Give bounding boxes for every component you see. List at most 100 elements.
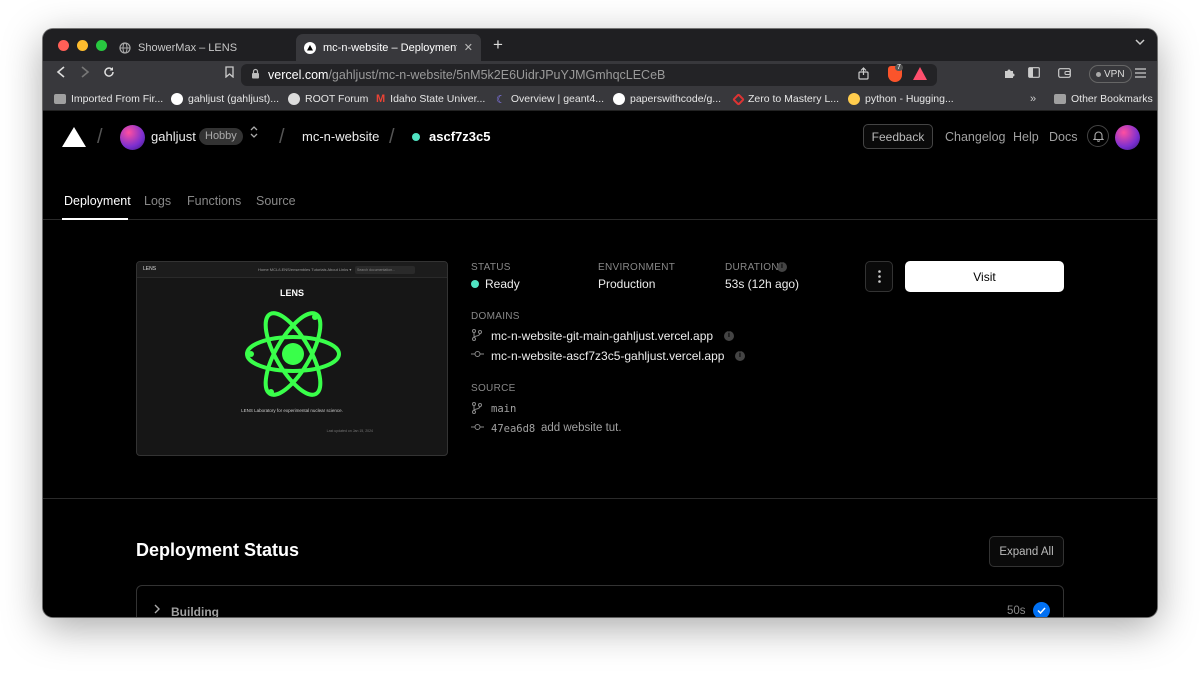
bookmark-item[interactable]: Zero to Mastery L... [732,92,839,106]
wallet-icon[interactable] [1058,67,1071,81]
duration-label: Duration [725,262,779,273]
close-window-button[interactable] [58,39,69,51]
vercel-logo-icon[interactable] [62,127,86,147]
minimize-window-button[interactable] [77,39,88,51]
geant-icon: ☾ [496,94,506,106]
tab-title: mc-n-website – Deployment Ov [323,41,457,54]
deployment-preview[interactable]: LENS Home MCL/LENS/ensembles Tutorials A… [136,261,448,456]
commit-message: add website tut. [541,422,622,434]
environment-label: Environment [598,262,676,273]
preview-search: Search documentation... [355,266,415,274]
tab-deployment[interactable]: Deployment [64,194,131,208]
sidebar-icon[interactable] [1028,67,1040,81]
url-path: /gahljust/mc-n-website/5nM5k2E6UidrJPuYJ… [328,68,666,82]
tab-source[interactable]: Source [256,194,296,208]
domain-link[interactable]: mc-n-website-ascf7z3c5-gahljust.vercel.a… [491,349,724,363]
vertical-dots-icon [877,270,881,283]
more-options-button[interactable] [865,261,893,292]
commit-icon [471,350,484,361]
breadcrumb-separator: / [389,126,395,148]
section-divider [43,498,1157,499]
brave-rewards-icon[interactable] [913,67,927,80]
browser-tab-vercel[interactable]: mc-n-website – Deployment Ov ✕ [296,34,481,61]
tab-functions[interactable]: Functions [187,194,241,208]
domain-info-icon[interactable]: i [724,331,734,341]
huggingface-icon [848,93,860,105]
team-avatar[interactable] [120,125,145,150]
bookmark-label: Imported From Fir... [71,93,164,105]
vercel-page: / gahljust Hobby / mc-n-website / ascf7z… [43,112,1157,617]
bookmark-item[interactable]: ☾ Overview | geant4... [496,93,605,106]
user-avatar[interactable] [1115,125,1140,150]
notifications-bell-icon[interactable] [1087,125,1109,147]
status-value: Ready [485,277,520,291]
forward-icon[interactable] [80,66,90,81]
ready-status-dot [471,280,479,288]
commit-hash[interactable]: 47ea6d8 [491,423,535,435]
domain-info-icon[interactable]: i [735,351,745,361]
active-tab-indicator [62,218,128,220]
tab-title: ShowerMax – LENS [138,41,238,54]
duration-info-icon[interactable]: i [777,262,787,272]
help-link[interactable]: Help [1013,130,1039,144]
reload-icon[interactable] [103,66,115,81]
browser-tab-showermax[interactable]: ShowerMax – LENS [111,34,295,61]
other-bookmarks[interactable]: Other Bookmarks [1054,93,1153,105]
environment-value: Production [598,277,656,291]
top-navigation: / gahljust Hobby / mc-n-website / ascf7z… [43,112,1157,220]
browser-window: ShowerMax – LENS mc-n-website – Deployme… [43,29,1157,617]
close-tab-icon[interactable]: ✕ [464,41,473,54]
window-controls [58,39,107,51]
more-bookmarks-button[interactable]: » [1030,93,1036,105]
breadcrumb-separator: / [97,126,103,148]
duration-value: 53s (12h ago) [725,277,800,291]
vpn-label: VPN [1104,68,1125,80]
chevron-right-icon[interactable] [154,604,160,617]
branch-icon [472,402,482,417]
docs-link[interactable]: Docs [1049,130,1077,144]
tab-list-chevron-icon[interactable] [1135,37,1145,49]
team-switcher-chevron-icon[interactable] [250,126,258,140]
breadcrumb-separator: / [279,126,285,148]
preview-footer: Last updated on Jan 15, 2024 [326,429,373,433]
vpn-status-dot [1096,71,1101,77]
preview-nav-links: Home MCL/LENS/ensembles Tutorials About … [258,267,352,272]
expand-all-button[interactable]: Expand All [989,536,1064,567]
share-icon[interactable] [858,67,869,83]
bookmark-icon[interactable] [225,66,234,81]
project-name[interactable]: mc-n-website [302,129,379,144]
source-label: Source [471,383,516,394]
deployment-id[interactable]: ascf7z3c5 [429,129,490,144]
changelog-link[interactable]: Changelog [945,130,1005,144]
extensions-icon[interactable] [1003,67,1015,82]
menu-icon[interactable] [1135,67,1146,81]
address-bar[interactable]: vercel.com/gahljust/mc-n-website/5nM5k2E… [241,64,937,86]
bookmark-item[interactable]: Imported From Fir... [54,93,163,105]
vpn-button[interactable]: VPN [1089,65,1132,83]
building-step-row[interactable]: Building 50s [137,586,1063,617]
maximize-window-button[interactable] [96,39,107,51]
bookmark-label: paperswithcode/g... [630,93,722,105]
deployment-status-dot [412,133,420,141]
feedback-button[interactable]: Feedback [863,124,933,149]
atom-icon [245,311,341,397]
bookmark-item[interactable]: python - Hugging... [848,93,954,105]
team-name[interactable]: gahljust [151,129,196,144]
tab-logs[interactable]: Logs [144,194,171,208]
bookmark-item[interactable]: ROOT Forum [288,93,368,105]
preview-logo: LENS [143,266,157,272]
visit-button[interactable]: Visit [905,261,1064,292]
gmail-icon: M [376,93,386,105]
bookmark-item[interactable]: gahljust (gahljust)... [171,93,279,105]
deployment-status-title: Deployment Status [136,540,300,560]
bookmark-item[interactable]: paperswithcode/g... [613,93,721,105]
bookmark-label: Overview | geant4... [510,93,605,105]
commit-icon [471,423,484,434]
new-tab-button[interactable]: + [493,35,503,55]
build-steps-panel: Building 50s [136,585,1064,617]
domain-link[interactable]: mc-n-website-git-main-gahljust.vercel.ap… [491,329,713,343]
back-icon[interactable] [56,66,66,81]
source-branch[interactable]: main [491,403,516,415]
bookmark-item[interactable]: M Idaho State Univer... [376,93,485,105]
check-icon [1033,602,1050,617]
